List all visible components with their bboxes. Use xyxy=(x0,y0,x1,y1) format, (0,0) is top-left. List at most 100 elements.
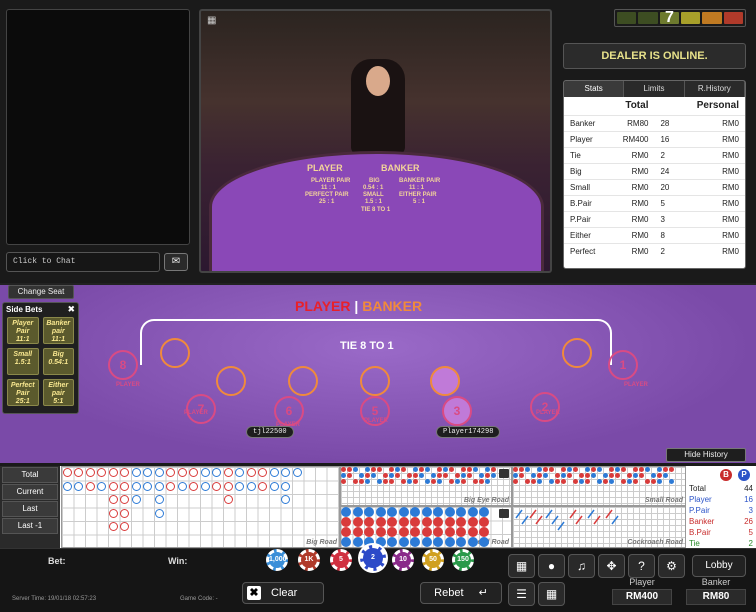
tab-history[interactable]: R.History xyxy=(685,81,745,97)
chip-10[interactable]: 10 xyxy=(392,549,414,571)
big-road-mark xyxy=(166,468,175,477)
big-road-mark xyxy=(246,468,256,477)
dealer-status: DEALER IS ONLINE. xyxy=(563,43,746,69)
bead-road-mark xyxy=(456,517,466,527)
banker-predict-button[interactable]: B xyxy=(720,469,732,481)
summary-value: 16 xyxy=(744,495,753,504)
help-icon[interactable]: ? xyxy=(628,554,655,578)
side-bet-either-pair[interactable]: Either pair 5:1 xyxy=(42,379,74,406)
chat-bubble-icon[interactable]: ● xyxy=(538,554,565,578)
big-road-mark xyxy=(223,495,233,504)
road-mark xyxy=(448,466,454,472)
road-mark xyxy=(560,466,566,472)
big-road-mark xyxy=(62,468,72,477)
road-mark xyxy=(668,466,674,472)
lobby-button[interactable]: Lobby xyxy=(692,555,746,577)
chat-input[interactable]: Click to Chat xyxy=(6,252,160,272)
bead-road-mark xyxy=(387,507,397,517)
road-mark xyxy=(512,466,518,472)
summary-row: Total 44 xyxy=(686,483,756,494)
filter-last-1-button[interactable]: Last -1 xyxy=(2,518,58,534)
banker-total-value: RM80 xyxy=(686,589,746,605)
road-mark xyxy=(614,472,620,478)
settings-icon[interactable]: ⚙ xyxy=(658,554,685,578)
seat-3[interactable]: 3 xyxy=(442,396,472,426)
player-predict-button[interactable]: P xyxy=(738,469,750,481)
filter-last-button[interactable]: Last xyxy=(2,501,58,517)
banker-spot[interactable] xyxy=(288,366,318,396)
video-settings-icon[interactable]: ▦ xyxy=(207,15,216,26)
summary-row: P.Pair 3 xyxy=(686,505,756,516)
road-mark xyxy=(542,472,548,478)
bead-road-mark xyxy=(364,517,374,527)
big-road-mark xyxy=(108,495,118,504)
big-road-mark xyxy=(120,468,129,477)
seat-2[interactable]: 2 xyxy=(530,392,560,422)
filter-current-button[interactable]: Current xyxy=(2,484,58,500)
filter-total-button[interactable]: Total xyxy=(2,467,58,483)
chip-1k[interactable]: 1K xyxy=(298,549,320,571)
big-road-mark xyxy=(143,468,152,477)
send-chat-button[interactable]: ✉ xyxy=(164,253,188,271)
fullscreen-icon[interactable]: ✥ xyxy=(598,554,625,578)
bet-label: Bet: xyxy=(48,556,66,566)
seat-1[interactable]: 1 xyxy=(608,350,638,380)
road-mark xyxy=(490,472,496,478)
side-bet-player-pair[interactable]: Player Pair 11:1 xyxy=(7,317,39,344)
big-road-mark xyxy=(131,495,141,504)
tab-stats[interactable]: Stats xyxy=(564,81,625,97)
banker-spot[interactable] xyxy=(160,338,190,368)
bead-road-mark xyxy=(387,537,397,547)
big-eye-road-marks xyxy=(340,466,512,506)
rebet-label: Rebet xyxy=(434,587,464,599)
banker-spot[interactable] xyxy=(430,366,460,396)
video-big: BIG xyxy=(369,178,380,184)
chip-5[interactable]: 5 xyxy=(330,549,352,571)
big-road-mark xyxy=(143,481,152,491)
bead-road-mark xyxy=(444,507,455,517)
bead-road-mark xyxy=(398,507,409,517)
road-toggle-icon[interactable] xyxy=(499,509,509,518)
change-seat-button[interactable]: Change Seat xyxy=(8,285,74,299)
big-road-mark xyxy=(62,481,72,491)
side-bet-small[interactable]: Small 1.5:1 xyxy=(7,348,39,375)
chip-50[interactable]: 50 xyxy=(422,549,444,571)
multi-table-icon[interactable]: ▦ xyxy=(538,582,565,606)
table-layout-icon[interactable]: ▦ xyxy=(508,554,535,578)
chip-2[interactable]: 2 xyxy=(360,545,386,571)
chip-150[interactable]: 150 xyxy=(452,549,474,571)
side-bet-banker-pair[interactable]: Banker pair 11:1 xyxy=(42,317,74,344)
road-mark xyxy=(542,466,548,472)
big-road-mark xyxy=(258,468,267,477)
clear-label: Clear xyxy=(271,587,298,599)
side-bet-big[interactable]: Big 0.54:1 xyxy=(42,348,74,375)
side-bet-perfect-pair[interactable]: Perfect Pair 25:1 xyxy=(7,379,39,406)
banker-spot[interactable] xyxy=(562,338,592,368)
seat-7[interactable]: 7 xyxy=(186,394,216,424)
tie-label: TIE 8 TO 1 xyxy=(340,340,394,352)
clear-button[interactable]: ✖ Clear xyxy=(242,582,324,604)
sound-icon[interactable]: ♫ xyxy=(568,554,595,578)
bead-road-mark xyxy=(352,527,363,537)
big-road-mark xyxy=(154,508,164,518)
road-mark xyxy=(352,466,358,472)
banker-spot[interactable] xyxy=(216,366,246,396)
rebet-button[interactable]: Rebet ↵ xyxy=(420,582,502,604)
road-mark xyxy=(412,466,418,472)
cockroach-road-marks xyxy=(515,509,619,531)
road-mark xyxy=(578,478,584,484)
results-summary: B P Total 44 Player 16 P.Pair 3 Banker 26 B.Pair… xyxy=(686,466,756,548)
close-icon[interactable]: ✖ xyxy=(67,304,75,315)
chip-1000[interactable]: 1,000 xyxy=(266,549,288,571)
table-row: P.Pair RM0 3 RM0 xyxy=(564,210,745,227)
title-separator: | xyxy=(354,298,359,314)
bead-road-mark xyxy=(352,507,363,517)
video-player-pair-odds: 11 : 1 xyxy=(321,185,337,191)
seat-8[interactable]: 8 xyxy=(108,350,138,380)
big-road-mark xyxy=(246,481,256,491)
tab-limits[interactable]: Limits xyxy=(624,81,685,97)
road-mark xyxy=(430,478,436,484)
banker-spot[interactable] xyxy=(360,366,390,396)
chips-stack-icon[interactable]: ☰ xyxy=(508,582,535,606)
hide-history-button[interactable]: Hide History xyxy=(666,448,746,462)
